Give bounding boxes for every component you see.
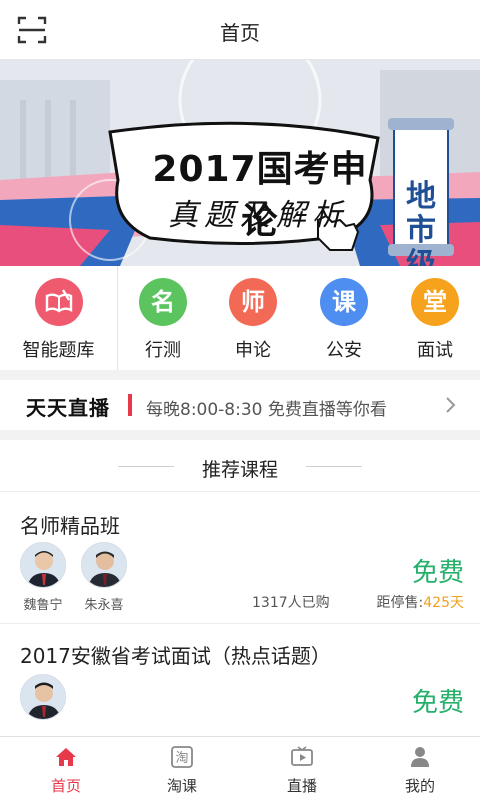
tab-label: 淘课 xyxy=(166,777,197,795)
live-broadcast-strip[interactable]: 天天直播 每晚8:00-8:30 免费直播等你看 xyxy=(0,380,480,430)
svg-text:淘: 淘 xyxy=(175,751,188,766)
quick-menu-item-xingce[interactable]: 名 行测 xyxy=(118,266,208,370)
banner-subtitle: 真题及解析 xyxy=(168,198,348,233)
live-schedule-text: 每晚8:00-8:30 免费直播等你看 xyxy=(146,400,387,420)
teacher-name: 朱永喜 xyxy=(84,598,124,613)
profile-icon xyxy=(411,747,429,767)
top-bar: 首页 xyxy=(0,0,480,60)
course-card[interactable]: 2017安徽省考试面试（热点话题） 免费 xyxy=(0,624,480,736)
tab-home[interactable]: 首页 xyxy=(6,737,126,800)
tab-profile[interactable]: 我的 xyxy=(360,737,480,800)
quick-menu-label: 申论 xyxy=(235,340,271,361)
quick-menu-item-shenlun[interactable]: 师 申论 xyxy=(208,266,298,370)
tab-taoke[interactable]: 淘 淘课 xyxy=(122,737,242,800)
avatar xyxy=(81,542,127,588)
tang-icon: 堂 xyxy=(411,278,459,326)
quick-menu-label: 智能题库 xyxy=(22,340,95,361)
banner-tag-text: 地市级 xyxy=(406,179,436,267)
tv-icon xyxy=(291,746,313,766)
tab-label: 直播 xyxy=(286,777,317,795)
quick-menu-label: 行测 xyxy=(145,340,181,361)
teacher[interactable] xyxy=(17,674,69,720)
teacher-name: 魏鲁宁 xyxy=(23,598,63,613)
course-countdown: 距停售:425天 xyxy=(377,592,464,612)
section-header: 推荐课程 xyxy=(0,440,480,492)
recommended-courses: 推荐课程 名师精品班 魏鲁宁 朱永喜 免费 1317人已购 距停售:425天 2… xyxy=(0,440,480,736)
book-icon xyxy=(34,278,83,326)
course-title: 2017安徽省考试面试（热点话题） xyxy=(20,644,331,668)
live-brand: 天天直播 xyxy=(26,396,110,420)
home-icon xyxy=(56,748,76,766)
tab-label: 首页 xyxy=(50,777,81,795)
quick-menu-label: 公安 xyxy=(326,340,362,361)
quick-menu-label: 面试 xyxy=(417,340,453,361)
promo-banner[interactable]: 2017国考申论 真题及解析 地市级 xyxy=(0,60,480,266)
tab-live[interactable]: 直播 xyxy=(242,737,362,800)
course-price: 免费 xyxy=(411,688,464,718)
section-title: 推荐课程 xyxy=(201,459,278,481)
shi-icon: 师 xyxy=(229,278,277,326)
course-card[interactable]: 名师精品班 魏鲁宁 朱永喜 免费 1317人已购 距停售:425天 xyxy=(0,492,480,624)
quick-menu-item-interview[interactable]: 堂 面试 xyxy=(390,266,480,370)
live-accent-bar xyxy=(128,394,132,416)
quick-menu: 智能题库 名 行测 师 申论 课 公安 堂 面试 xyxy=(0,266,480,370)
ming-icon: 名 xyxy=(139,278,187,326)
countdown-label: 距停售: xyxy=(376,595,424,611)
tab-label: 我的 xyxy=(404,777,435,795)
course-buyers: 1317人已购 xyxy=(252,595,330,611)
teacher[interactable]: 魏鲁宁 xyxy=(17,542,69,613)
course-title: 名师精品班 xyxy=(20,514,120,538)
divider xyxy=(306,466,362,467)
bottom-tab-bar: 首页 淘 淘课 直播 我的 xyxy=(0,736,480,800)
app-screen: 首页 2017国考申论 真题及解析 地市级 智能题库 名 行测 师 申论 课 公… xyxy=(0,0,480,800)
banner-tag: 地市级 xyxy=(396,179,446,267)
quick-menu-item-question-bank[interactable]: 智能题库 xyxy=(0,266,118,370)
course-price: 免费 xyxy=(411,558,464,588)
chevron-right-icon[interactable] xyxy=(444,394,458,416)
ke-icon: 课 xyxy=(320,278,368,326)
quick-menu-item-gongan[interactable]: 课 公安 xyxy=(298,266,390,370)
avatar xyxy=(20,542,66,588)
avatar xyxy=(20,674,66,720)
page-title: 首页 xyxy=(220,21,260,45)
tao-icon: 淘 xyxy=(171,746,193,768)
teacher[interactable]: 朱永喜 xyxy=(78,542,130,613)
countdown-days: 425天 xyxy=(423,595,464,611)
